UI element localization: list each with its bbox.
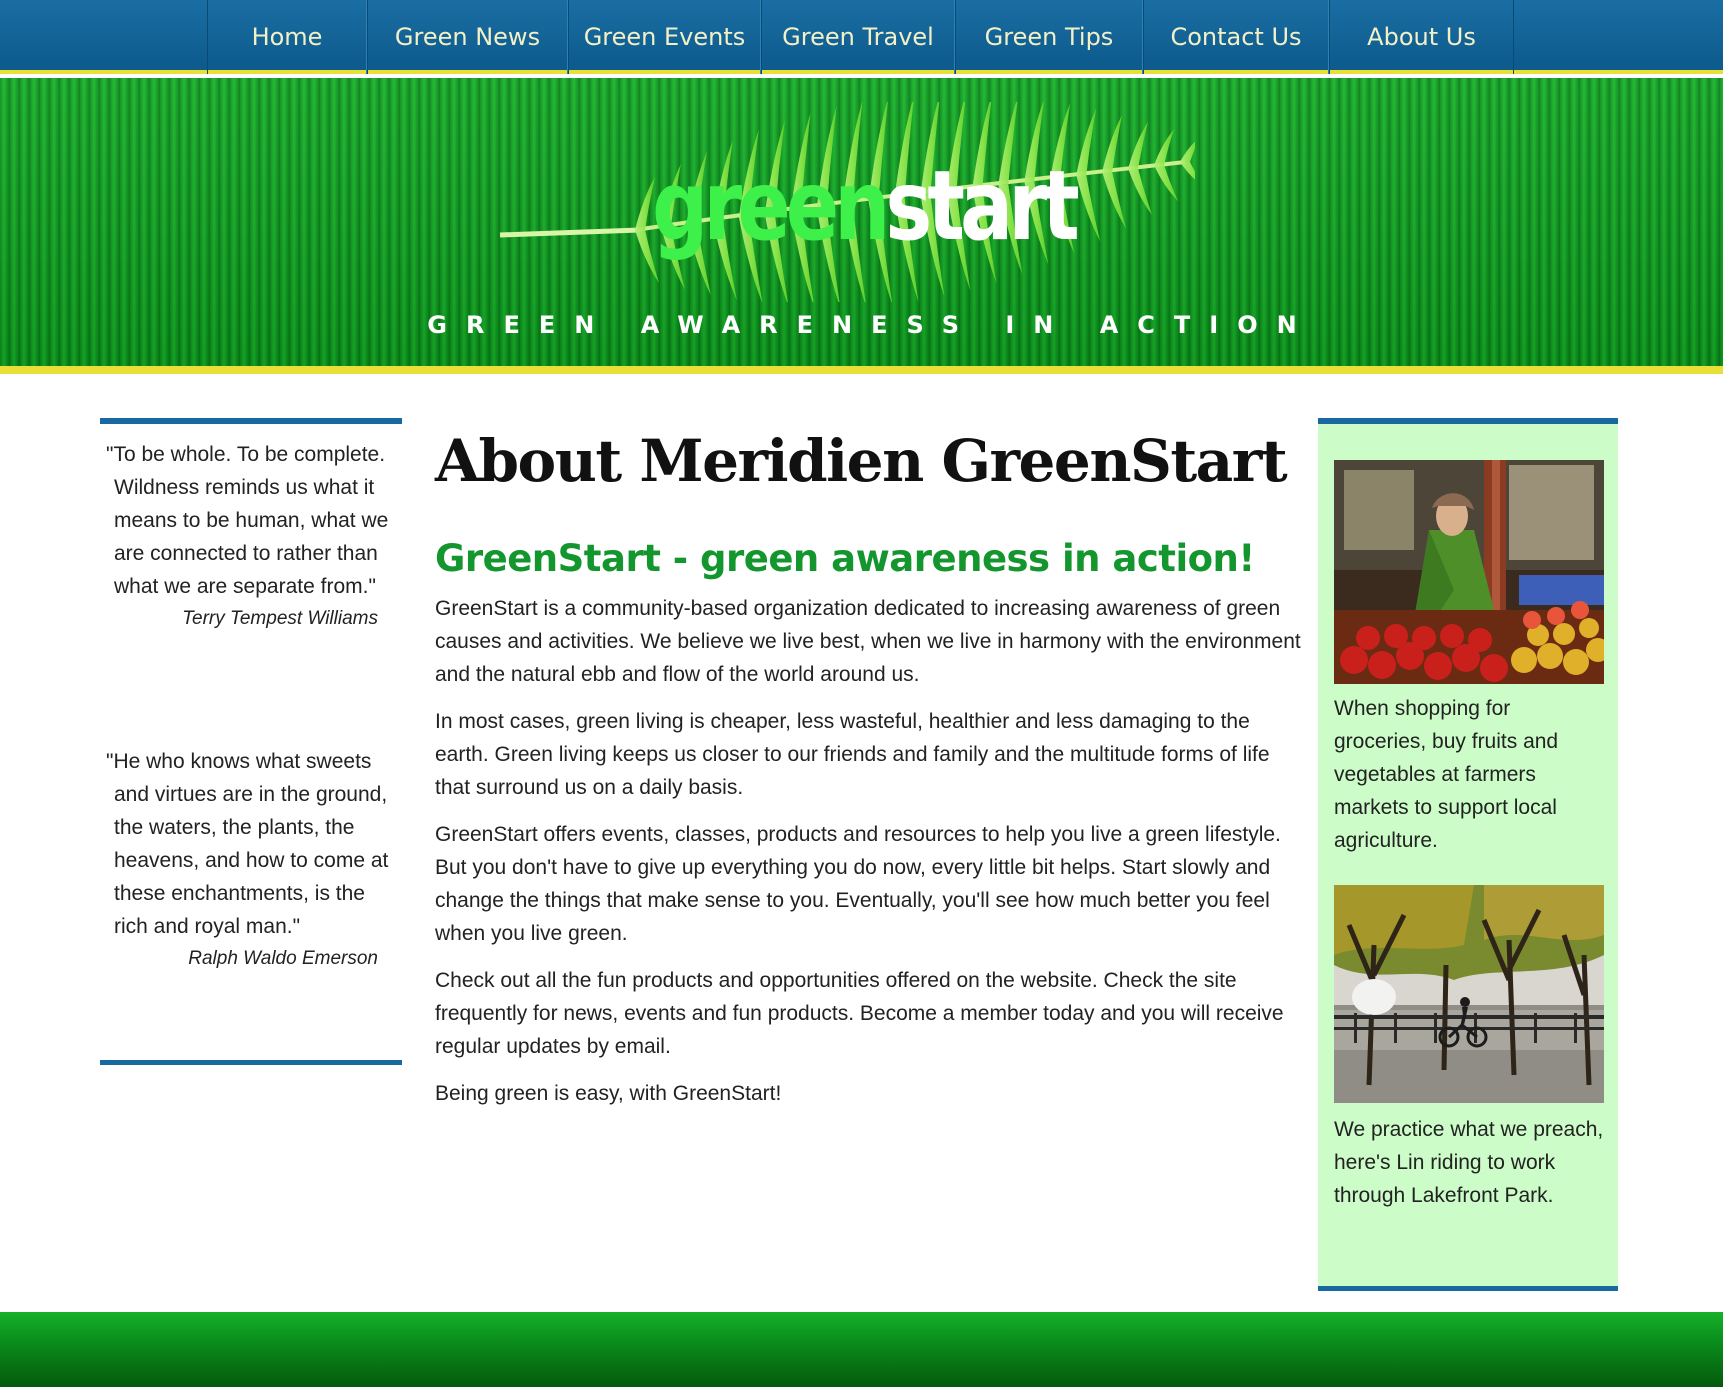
- section-heading: GreenStart - green awareness in action!: [435, 537, 1255, 580]
- quote-author: Terry Tempest Williams: [182, 608, 378, 629]
- quote-text: "He who knows what sweets and virtues ar…: [106, 750, 389, 938]
- nav-item-green-tips[interactable]: Green Tips: [955, 0, 1143, 74]
- lakefront-park-photo: [1334, 885, 1604, 1103]
- nav-menu: Home Green News Green Events Green Trave…: [207, 0, 1514, 74]
- nav-item-green-news[interactable]: Green News: [367, 0, 568, 74]
- tagline: GREEN AWARENESS IN ACTION: [427, 311, 1316, 339]
- body-paragraph: GreenStart is a community-based organiza…: [435, 597, 1301, 686]
- farmers-market-photo: [1334, 460, 1604, 684]
- photo-caption: We practice what we preach, here's Lin r…: [1334, 1118, 1604, 1207]
- quotes-sidebar: "To be whole. To be complete. Wildness r…: [100, 418, 402, 1065]
- nav-item-home[interactable]: Home: [207, 0, 367, 74]
- nav-item-green-travel[interactable]: Green Travel: [761, 0, 955, 74]
- page-title: About Meridien GreenStart: [435, 427, 1288, 495]
- nav-item-green-events[interactable]: Green Events: [568, 0, 761, 74]
- tips-sidebar: When shopping for groceries, buy fruits …: [1318, 418, 1618, 1291]
- body-paragraph: GreenStart offers events, classes, produ…: [435, 823, 1281, 945]
- body-paragraph: Being green is easy, with GreenStart!: [435, 1082, 782, 1105]
- quote-block: "He who knows what sweets and virtues ar…: [106, 745, 402, 971]
- logo-text-green: green: [652, 150, 890, 262]
- nav-item-contact-us[interactable]: Contact Us: [1143, 0, 1329, 74]
- main-content: About Meridien GreenStart GreenStart - g…: [435, 424, 1305, 1110]
- body-paragraph: In most cases, green living is cheaper, …: [435, 710, 1270, 799]
- quote-block: "To be whole. To be complete. Wildness r…: [106, 438, 402, 631]
- quote-text: "To be whole. To be complete. Wildness r…: [106, 443, 389, 598]
- body-paragraph: Check out all the fun products and oppor…: [435, 969, 1284, 1058]
- quote-author: Ralph Waldo Emerson: [188, 948, 378, 969]
- header-banner: greenstart GREEN AWARENESS IN ACTION: [0, 78, 1723, 374]
- nav-item-about-us[interactable]: About Us: [1329, 0, 1514, 74]
- top-navigation: Home Green News Green Events Green Trave…: [0, 0, 1723, 74]
- photo-caption: When shopping for groceries, buy fruits …: [1334, 697, 1559, 852]
- logo-text-start: start: [885, 150, 1079, 262]
- greenstart-logo[interactable]: greenstart: [652, 158, 1080, 254]
- footer-bar: [0, 1312, 1723, 1387]
